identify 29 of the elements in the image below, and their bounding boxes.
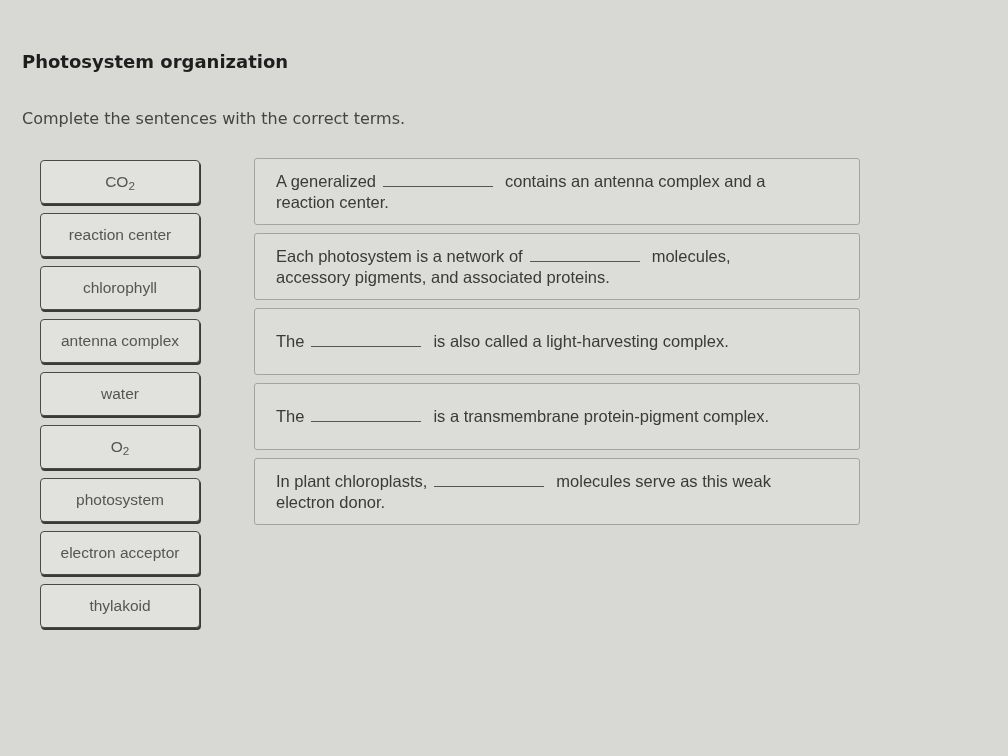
fill-in-line[interactable] <box>383 183 493 187</box>
fill-in-line[interactable] <box>311 344 422 347</box>
sentence-text: In plant chloroplasts, <box>276 470 428 492</box>
sentence-text: reaction center. <box>276 191 389 213</box>
draggable-term[interactable]: water <box>40 372 200 416</box>
draggable-term[interactable]: O$_{2}$ <box>40 425 200 469</box>
sentence-text: molecules, <box>651 245 731 267</box>
sentence-text: The <box>276 331 305 352</box>
fill-in-line[interactable] <box>529 258 640 262</box>
draggable-term[interactable]: electron acceptor <box>40 531 200 575</box>
draggable-term[interactable]: reaction center <box>40 213 200 257</box>
page-title: Photosystem organization <box>22 50 289 74</box>
sentence-text: molecules serve as this weak <box>556 470 771 492</box>
sentence-text: The <box>276 406 305 427</box>
sentence-text: A generalized <box>276 170 376 192</box>
sentence-text: is also called a light-harvesting complex. <box>433 331 729 352</box>
fill-in-line[interactable] <box>311 419 422 422</box>
sentence-text: electron donor. <box>276 491 386 513</box>
draggable-term[interactable]: thylakoid <box>40 584 200 628</box>
instructions-text: Complete the sentences with the correct terms. <box>22 109 406 129</box>
sentence-text: Each photosystem is a network of <box>276 245 523 267</box>
fill-in-line[interactable] <box>434 483 545 487</box>
draggable-term[interactable]: CO$_{2}$ <box>40 160 200 204</box>
sentence-text: accessory pigments, and associated proteins. <box>276 266 610 288</box>
sentence-text: is a transmembrane protein-pigment complex. <box>433 406 770 427</box>
sentence-text: contains an antenna complex and a <box>505 170 766 192</box>
draggable-term[interactable]: antenna complex <box>40 319 200 363</box>
draggable-term[interactable]: chlorophyll <box>40 266 200 310</box>
draggable-term[interactable]: photosystem <box>40 478 200 522</box>
